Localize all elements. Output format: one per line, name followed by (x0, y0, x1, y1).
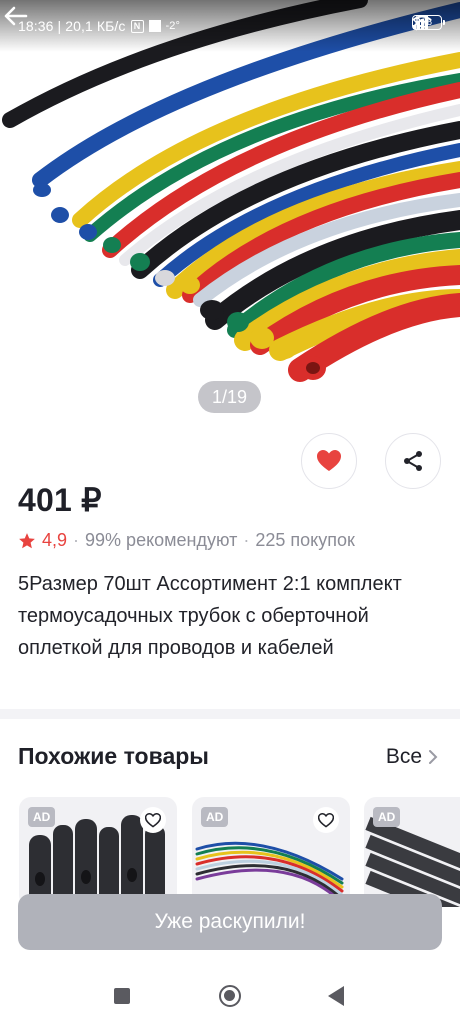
heart-outline-icon (318, 812, 334, 828)
home-icon[interactable] (219, 985, 241, 1007)
separator-dot: · (243, 530, 250, 550)
star-icon (19, 532, 35, 548)
purchases-text: 225 покупок (255, 530, 355, 550)
ad-badge: AD (201, 807, 229, 827)
chevron-right-icon (429, 750, 438, 764)
status-right: 78 (412, 15, 445, 31)
see-all-link[interactable]: Все (386, 745, 438, 769)
share-button[interactable] (385, 433, 441, 489)
back-triangle-icon[interactable] (328, 986, 344, 1006)
section-divider (0, 709, 460, 719)
heart-icon (317, 450, 341, 471)
gallery-counter: 1/19 (198, 381, 261, 413)
similar-product-card[interactable]: AD (192, 797, 350, 907)
product-title: 5Размер 70шт Ассортимент 2:1 комплект те… (18, 573, 402, 659)
heart-outline-icon (145, 812, 161, 828)
similar-product-card[interactable]: AD (364, 797, 460, 907)
rating-value: 4,9 (42, 530, 68, 550)
product-image-gallery[interactable]: 18:36 | 20,1 КБ/с N -2° 78 1/19 (0, 0, 460, 425)
recents-icon[interactable] (114, 988, 130, 1004)
system-navigation-bar (0, 962, 460, 1024)
status-temperature: -2° (165, 20, 181, 32)
notification-square-icon (148, 20, 161, 32)
status-left: 18:36 | 20,1 КБ/с N -2° (18, 18, 180, 34)
status-bar: 18:36 | 20,1 КБ/с N -2° 78 (0, 0, 460, 52)
similar-product-card[interactable]: AD (19, 797, 177, 907)
card-favorite-button[interactable] (313, 807, 339, 833)
ad-badge: AD (373, 807, 401, 827)
similar-heading: Похожие товары (18, 743, 209, 769)
card-favorite-button[interactable] (140, 807, 166, 833)
status-time: 18:36 | 20,1 КБ/с (18, 18, 126, 34)
favorite-button[interactable] (301, 433, 357, 489)
sold-out-button[interactable]: Уже раскупили! (18, 894, 442, 950)
rating-row[interactable]: 4,9 · 99% рекомендуют · 225 покупок (18, 530, 355, 551)
recommend-text: 99% рекомендуют (85, 530, 238, 550)
battery-icon: 78 (412, 15, 445, 30)
back-arrow-icon[interactable] (0, 0, 32, 32)
product-photo (2, 0, 460, 382)
share-icon (404, 451, 422, 471)
nfc-icon: N (130, 19, 144, 33)
ad-badge: AD (28, 807, 56, 827)
separator-dot: · (73, 530, 80, 550)
see-all-label: Все (385, 745, 422, 768)
product-price: 401 ₽ (18, 482, 102, 518)
